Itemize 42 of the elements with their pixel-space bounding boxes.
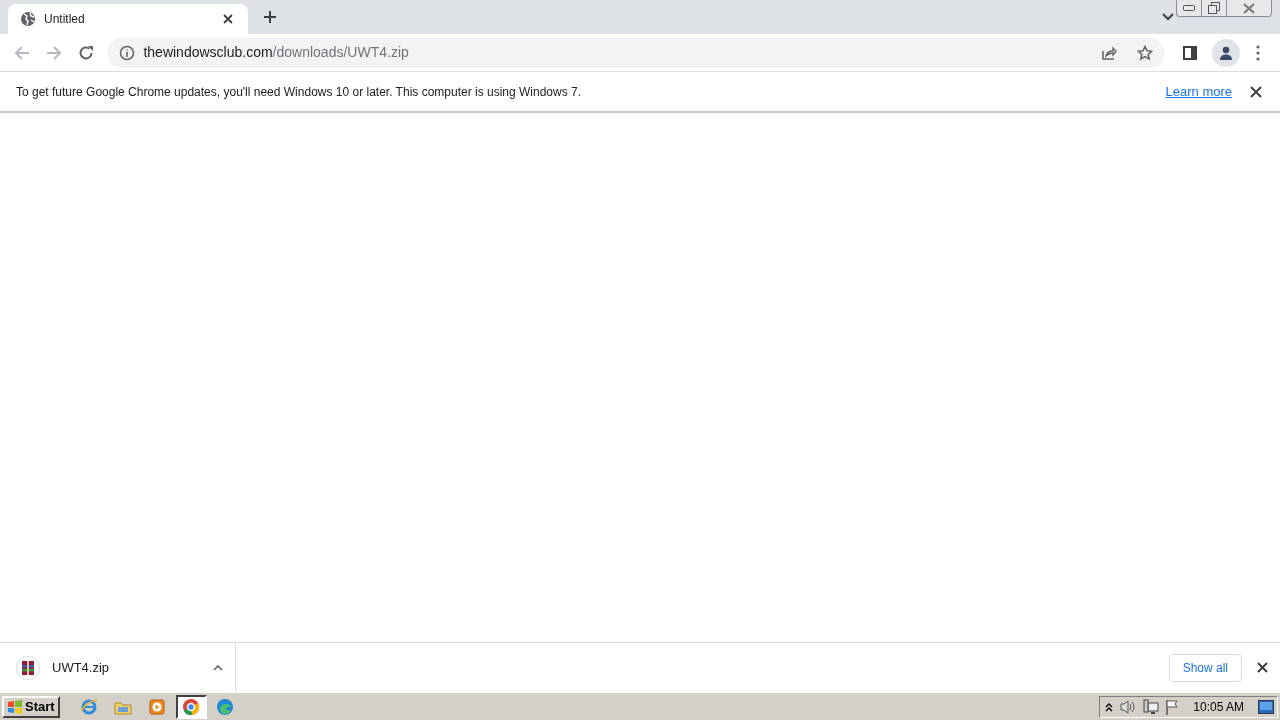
- media-player-icon: [148, 697, 167, 716]
- chevron-up-icon[interactable]: [1105, 701, 1114, 712]
- download-filename: UWT4.zip: [52, 658, 111, 677]
- close-icon: [1243, 2, 1255, 14]
- start-button[interactable]: Start: [2, 695, 60, 718]
- star-icon[interactable]: [1136, 44, 1153, 61]
- info-icon[interactable]: [119, 44, 136, 61]
- archive-icon: [16, 655, 40, 680]
- url-text: thewindowsclub.com/downloads/UWT4.zip: [143, 43, 409, 62]
- windows-logo-icon: [7, 699, 23, 714]
- globe-icon: [20, 11, 36, 27]
- flag-icon[interactable]: [1165, 698, 1180, 715]
- profile-button[interactable]: [1212, 38, 1241, 67]
- show-desktop-icon[interactable]: [1258, 699, 1274, 714]
- chevron-up-icon[interactable]: [213, 664, 223, 671]
- close-icon: [223, 14, 233, 24]
- address-bar[interactable]: thewindowsclub.com/downloads/UWT4.zip: [107, 37, 1165, 68]
- close-icon: [1256, 662, 1268, 673]
- back-arrow-icon: [13, 44, 30, 61]
- minimize-icon: [1183, 5, 1195, 11]
- person-icon: [1218, 44, 1235, 61]
- show-all-button[interactable]: Show all: [1168, 653, 1242, 682]
- close-infobar-button[interactable]: [1248, 83, 1264, 100]
- plus-icon: [263, 10, 277, 24]
- chevron-down-icon: [1162, 13, 1174, 21]
- close-icon: [1250, 85, 1262, 98]
- forward-arrow-icon: [45, 44, 62, 61]
- browser-icon: [80, 697, 99, 716]
- side-panel-icon: [1183, 45, 1198, 60]
- chrome-icon: [182, 697, 201, 716]
- menu-icon: [1256, 44, 1261, 61]
- edge-icon: [216, 697, 235, 716]
- learn-more-link[interactable]: Learn more: [1165, 81, 1232, 102]
- share-icon[interactable]: [1100, 44, 1117, 61]
- reload-icon: [77, 44, 94, 61]
- browser-tab[interactable]: Untitled: [8, 4, 248, 34]
- network-icon[interactable]: [1143, 698, 1160, 715]
- infobar-message: To get future Google Chrome updates, you'll need Windows 10 or later. This computer is using Windows 7.: [16, 83, 582, 101]
- tab-title: Untitled: [44, 11, 86, 28]
- clock[interactable]: 10:05 AM: [1193, 697, 1244, 716]
- speaker-icon[interactable]: [1119, 698, 1138, 715]
- chrome-taskbar-button[interactable]: [175, 694, 207, 719]
